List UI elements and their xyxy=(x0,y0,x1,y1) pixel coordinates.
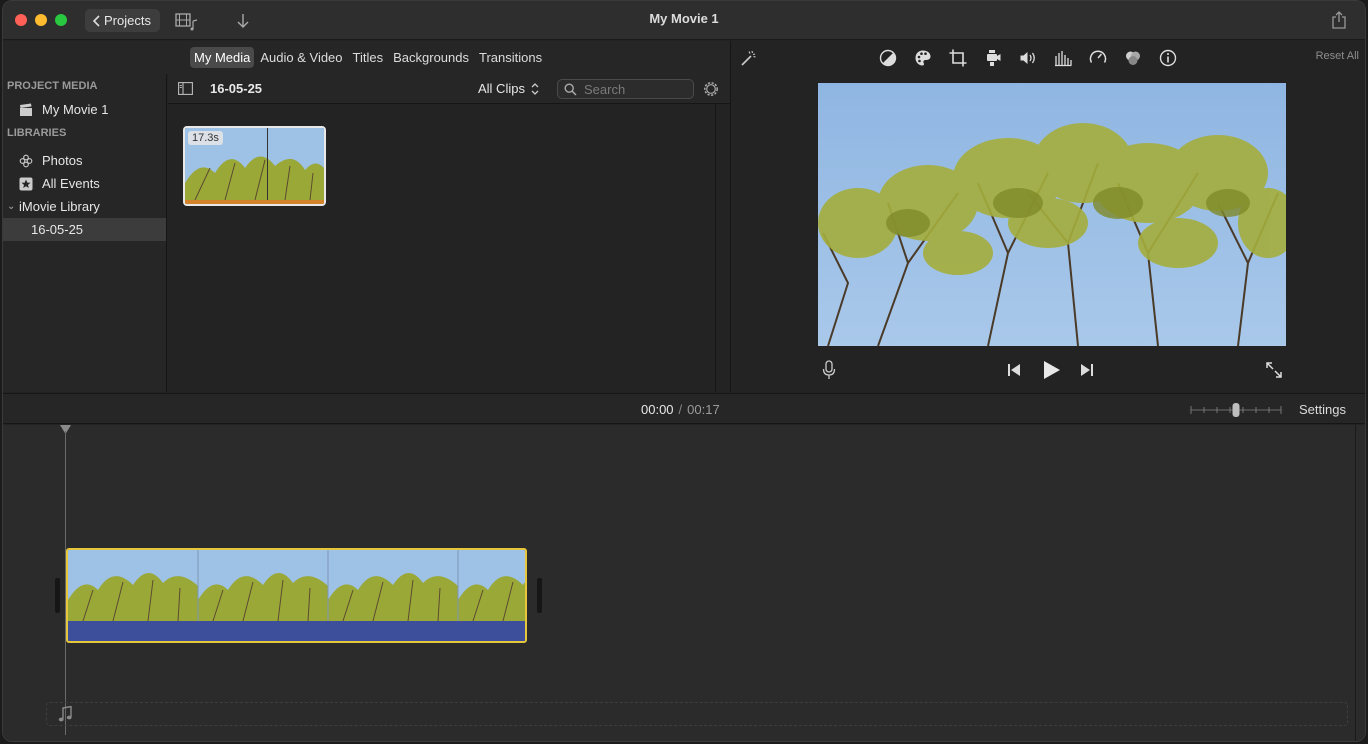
reset-all-button[interactable]: Reset All xyxy=(1316,50,1359,62)
color-palette-icon[interactable] xyxy=(914,49,932,67)
adjustment-toolbar xyxy=(879,49,1177,67)
microphone-icon[interactable] xyxy=(822,360,836,380)
skimmer-line xyxy=(267,128,268,204)
sidebar-item-label: 16-05-25 xyxy=(31,222,84,237)
speed-icon[interactable] xyxy=(1089,49,1107,67)
timeline-scrollbar[interactable] xyxy=(1355,425,1356,741)
fullscreen-icon[interactable] xyxy=(1265,361,1283,379)
sidebar-item-event[interactable]: 16-05-25 xyxy=(3,218,166,241)
browser-toolbar: 16-05-25 All Clips xyxy=(168,74,730,104)
volume-icon[interactable] xyxy=(1019,49,1037,67)
tab-transitions[interactable]: Transitions xyxy=(475,47,546,68)
crop-icon[interactable] xyxy=(949,49,967,67)
tab-audio-video[interactable]: Audio & Video xyxy=(256,47,346,68)
window-title: My Movie 1 xyxy=(649,11,719,26)
sidebar-item-all-events[interactable]: All Events xyxy=(3,172,166,195)
share-icon[interactable] xyxy=(1331,11,1347,29)
timeline-filmstrip xyxy=(68,550,525,622)
search-input[interactable] xyxy=(584,81,689,97)
clip-thumbnail[interactable]: 17.3s xyxy=(183,126,326,206)
timecode-display: 00:00 / 00:17 xyxy=(641,402,720,417)
media-tabs-bar: My Media Audio & Video Titles Background… xyxy=(3,41,730,74)
audio-waveform-track[interactable] xyxy=(68,621,525,641)
sidebar-item-imovie-library[interactable]: ⌄ iMovie Library xyxy=(3,195,166,218)
clip-left-trim-handle[interactable] xyxy=(55,578,60,613)
timeline-toolbar: 00:00 / 00:17 Settings xyxy=(3,393,1365,424)
disclosure-chevron-icon[interactable]: ⌄ xyxy=(7,195,15,218)
timeline-video-clip[interactable] xyxy=(66,548,527,643)
timeline-zoom-slider[interactable] xyxy=(1190,402,1282,418)
stabilization-icon[interactable] xyxy=(984,49,1002,67)
up-down-chevron-icon xyxy=(531,82,539,95)
preview-frame-image xyxy=(818,83,1286,346)
search-icon xyxy=(564,83,577,96)
tab-my-media[interactable]: My Media xyxy=(190,47,255,68)
magic-wand-icon[interactable] xyxy=(739,50,757,68)
browser-scroll-divider xyxy=(715,104,716,392)
sidebar-item-label: Photos xyxy=(42,153,83,168)
event-title: 16-05-25 xyxy=(210,81,263,96)
project-media-heading: PROJECT MEDIA xyxy=(7,80,98,92)
sidebar-item-photos[interactable]: Photos xyxy=(3,149,166,172)
timeline[interactable] xyxy=(3,425,1365,741)
background-music-well[interactable] xyxy=(46,702,1348,726)
skip-forward-icon[interactable] xyxy=(1079,361,1095,379)
sidebar-item-label: My Movie 1 xyxy=(42,102,109,117)
total-duration: 00:17 xyxy=(687,402,720,417)
sidebar-toggle-icon[interactable] xyxy=(178,82,193,95)
photos-icon xyxy=(19,154,33,168)
tab-backgrounds[interactable]: Backgrounds xyxy=(389,47,473,68)
clip-duration-badge: 17.3s xyxy=(188,131,223,145)
media-browser: 16-05-25 All Clips Search 17.3s xyxy=(168,74,730,392)
play-icon[interactable] xyxy=(1041,361,1061,379)
title-bar: Projects My Movie 1 xyxy=(3,1,1365,40)
sidebar-item-label: iMovie Library xyxy=(19,199,100,214)
time-separator: / xyxy=(678,402,683,417)
star-box-icon xyxy=(19,177,33,191)
current-time: 00:00 xyxy=(641,402,674,417)
skip-back-icon[interactable] xyxy=(1006,361,1022,379)
sidebar-item-project[interactable]: My Movie 1 xyxy=(3,98,166,121)
tab-titles[interactable]: Titles xyxy=(349,47,388,68)
used-in-project-bar xyxy=(185,200,324,204)
libraries-heading: LIBRARIES xyxy=(7,127,67,139)
viewer-panel: Reset All xyxy=(730,41,1365,392)
search-field[interactable] xyxy=(557,79,694,99)
timeline-settings-button[interactable]: Settings xyxy=(1299,402,1346,417)
sidebar-item-label: All Events xyxy=(42,176,100,191)
music-note-icon xyxy=(58,706,72,722)
libraries-sidebar: PROJECT MEDIA My Movie 1 LIBRARIES Photo… xyxy=(3,74,167,392)
gear-icon[interactable] xyxy=(702,80,720,98)
clapperboard-icon xyxy=(20,103,32,116)
clip-filter-label: All Clips xyxy=(478,81,525,96)
clip-filter-dropdown[interactable]: All Clips xyxy=(478,81,539,96)
clip-filter-icon[interactable] xyxy=(1124,49,1142,67)
zoom-slider-knob[interactable] xyxy=(1232,403,1240,417)
video-preview xyxy=(818,83,1286,346)
clip-right-trim-handle[interactable] xyxy=(537,578,542,613)
imovie-window: Projects My Movie 1 My Media Audio & Vid… xyxy=(2,0,1366,742)
color-balance-icon[interactable] xyxy=(879,49,897,67)
equalizer-icon[interactable] xyxy=(1054,49,1072,67)
info-icon[interactable] xyxy=(1159,49,1177,67)
